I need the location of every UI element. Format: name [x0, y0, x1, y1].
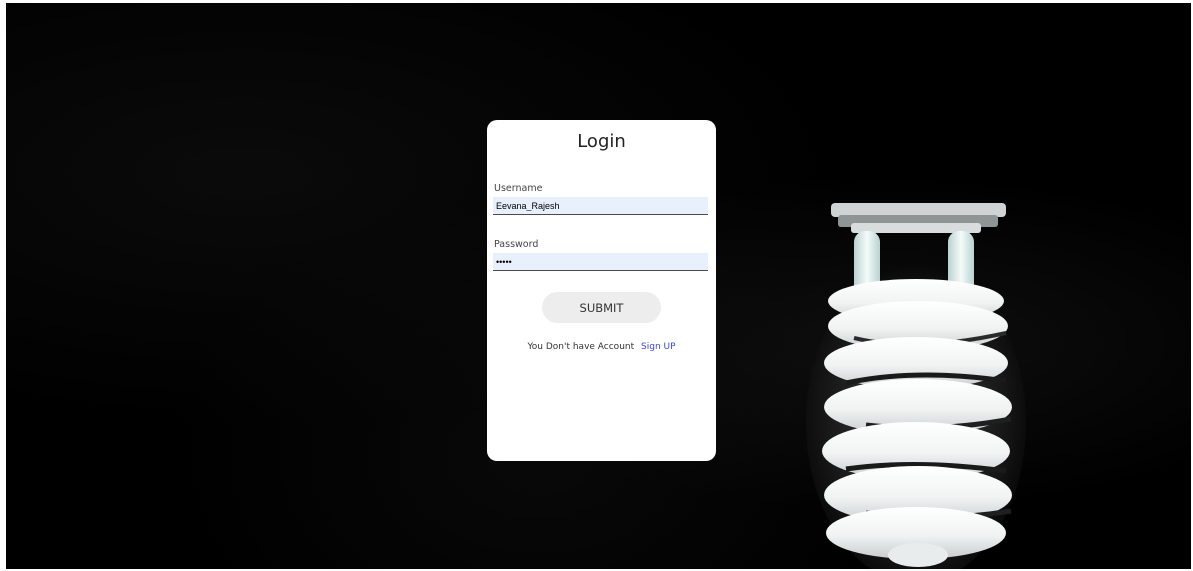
signup-prompt: You Don't have Account	[527, 342, 635, 352]
password-label: Password	[494, 239, 539, 250]
signup-link[interactable]: Sign UP	[641, 342, 676, 352]
submit-button[interactable]: SUBMIT	[542, 292, 661, 323]
signup-row: You Don't have Account Sign UP	[487, 342, 716, 352]
login-title: Login	[577, 131, 626, 152]
page-background: Login Username Password SUBMIT You Don't…	[6, 3, 1191, 569]
cfl-light-bulb-icon	[806, 203, 1026, 569]
username-label: Username	[494, 183, 543, 194]
login-card: Login Username Password SUBMIT You Don't…	[487, 120, 716, 461]
password-input[interactable]	[493, 253, 708, 271]
username-input[interactable]	[493, 197, 708, 215]
